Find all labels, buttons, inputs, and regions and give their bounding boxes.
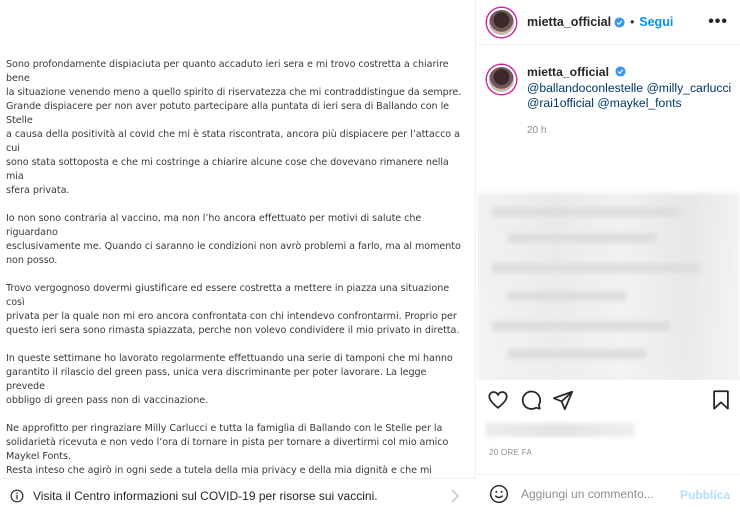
info-circle-icon: [10, 489, 24, 503]
paper-plane-icon[interactable]: [552, 389, 574, 411]
statement-paragraph-1: Sono profondamente dispiaciuta per quant…: [6, 59, 462, 196]
comments-section: mietta_official @ballandoconlestelle @mi…: [477, 45, 740, 380]
caption-timestamp: 20 h: [527, 124, 547, 136]
header-username[interactable]: mietta_official: [527, 15, 611, 29]
covid-info-text: Visita il Centro informazioni sul COVID-…: [33, 489, 378, 503]
likes-count-blurred: [485, 423, 635, 437]
header-separator: •: [630, 15, 635, 29]
verified-badge-icon: [614, 16, 625, 28]
covid-info-banner[interactable]: Visita il Centro informazioni sul COVID-…: [0, 478, 476, 513]
post-side-panel: mietta_official • Segui ••• mietta_offic…: [477, 0, 740, 513]
statement-paragraph-3: Trovo vergognoso dovermi giustificare ed…: [6, 283, 460, 336]
publish-button[interactable]: Pubblica: [680, 488, 730, 502]
follow-button[interactable]: Segui: [639, 15, 673, 29]
caption-avatar[interactable]: [487, 65, 516, 94]
mention-link[interactable]: @ballandoconlestelle: [527, 81, 643, 95]
mention-link[interactable]: @rai1official: [527, 96, 594, 110]
statement-paragraph-4: In queste settimane ho lavorato regolarm…: [6, 353, 453, 406]
statement-paragraph-2: Io non sono contraria al vaccino, ma non…: [6, 213, 461, 266]
mention-link[interactable]: @milly_carlucci: [646, 81, 731, 95]
bookmark-icon[interactable]: [710, 389, 732, 411]
add-comment-bar: Pubblica: [477, 474, 740, 513]
mention-link[interactable]: @maykel_fonts: [597, 96, 681, 110]
comment-bubble-icon[interactable]: [520, 389, 542, 411]
avatar[interactable]: [487, 7, 516, 37]
post-statement-text: Sono profondamente dispiaciuta per quant…: [6, 58, 468, 513]
chevron-right-icon: [451, 489, 460, 503]
post-actions-bar: [477, 378, 740, 422]
smiley-icon[interactable]: [489, 484, 509, 504]
post-image[interactable]: Sono profondamente dispiaciuta per quant…: [0, 0, 476, 513]
heart-icon[interactable]: [487, 389, 509, 411]
caption-username[interactable]: mietta_official: [527, 65, 609, 79]
verified-badge-icon: [615, 66, 626, 77]
post-caption: mietta_official @ballandoconlestelle @mi…: [487, 65, 732, 138]
blurred-comments: [477, 193, 740, 380]
post-header: mietta_official • Segui •••: [477, 0, 740, 45]
more-options-icon[interactable]: •••: [708, 13, 728, 31]
post-date: 20 ORE FA: [489, 448, 533, 457]
comment-input[interactable]: [521, 487, 671, 501]
